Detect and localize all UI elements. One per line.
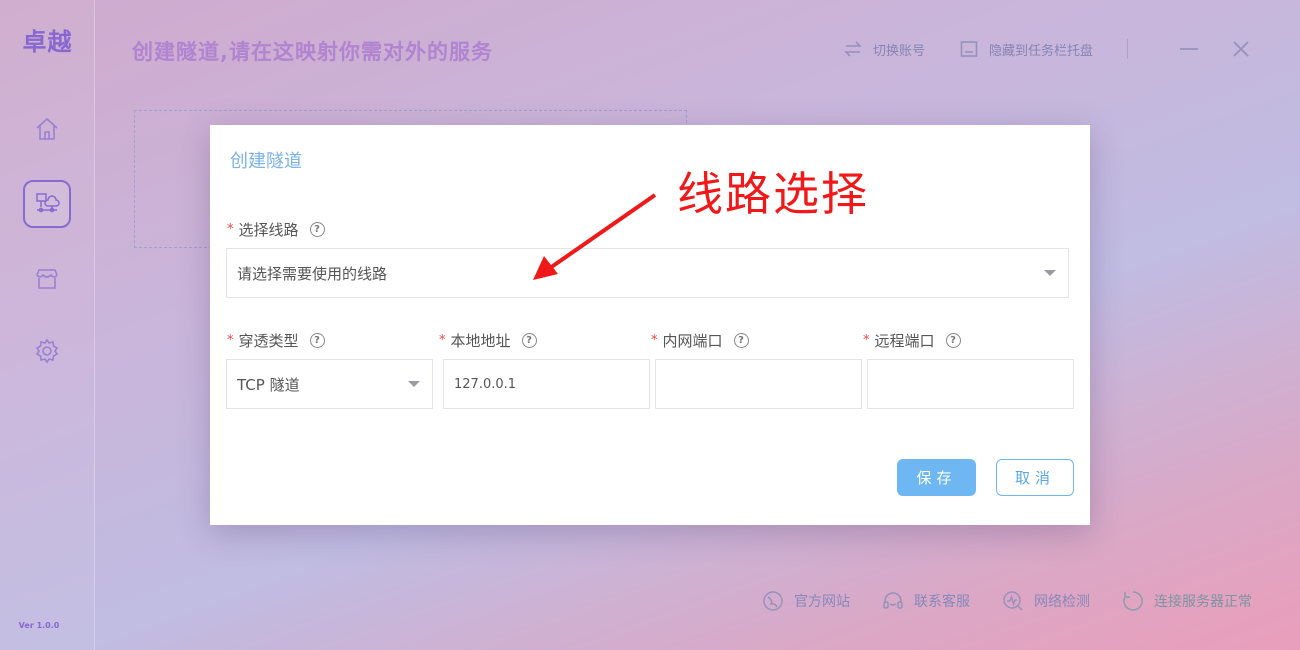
internal-port-label-text: 内网端口 (662, 332, 723, 350)
save-button[interactable]: 保存 (897, 459, 976, 496)
tunnel-type-select[interactable]: TCP 隧道 (226, 359, 433, 409)
type-label-text: 穿透类型 (238, 332, 299, 350)
annotation-label: 线路选择 (677, 167, 869, 221)
local-addr-label-text: 本地地址 (450, 332, 511, 350)
local-addr-label: * 本地地址 ? (439, 330, 537, 351)
annotation-arrow (533, 193, 657, 280)
help-icon[interactable]: ? (733, 333, 749, 348)
internal-port-label: * 内网端口 ? (651, 330, 749, 351)
cancel-button[interactable]: 取消 (996, 459, 1074, 496)
internal-port-input[interactable] (655, 359, 862, 409)
chevron-down-icon (1044, 270, 1056, 276)
dialog-title: 创建隧道 (230, 151, 302, 172)
local-address-input[interactable]: 127.0.0.1 (443, 359, 650, 409)
help-icon[interactable]: ? (945, 333, 961, 348)
remote-port-label-text: 远程端口 (874, 332, 935, 350)
type-label: * 穿透类型 ? (227, 330, 325, 351)
create-tunnel-dialog: 创建隧道 * 选择线路 ? 请选择需要使用的线路 * 穿透类型 ? * 本地地址… (210, 125, 1090, 525)
required-mark: * (651, 333, 658, 348)
help-icon[interactable]: ? (521, 333, 537, 348)
local-address-value: 127.0.0.1 (454, 376, 517, 392)
remote-port-label: * 远程端口 ? (863, 330, 961, 351)
help-icon[interactable]: ? (309, 222, 325, 237)
line-label: * 选择线路 ? (227, 219, 325, 240)
help-icon[interactable]: ? (309, 333, 325, 348)
tunnel-type-value: TCP 隧道 (237, 375, 300, 394)
chevron-down-icon (408, 381, 420, 387)
line-select-placeholder: 请选择需要使用的线路 (237, 264, 388, 283)
required-mark: * (227, 222, 234, 237)
remote-port-input[interactable] (867, 359, 1074, 409)
required-mark: * (439, 333, 446, 348)
required-mark: * (863, 333, 870, 348)
required-mark: * (227, 333, 234, 348)
line-label-text: 选择线路 (238, 221, 299, 239)
